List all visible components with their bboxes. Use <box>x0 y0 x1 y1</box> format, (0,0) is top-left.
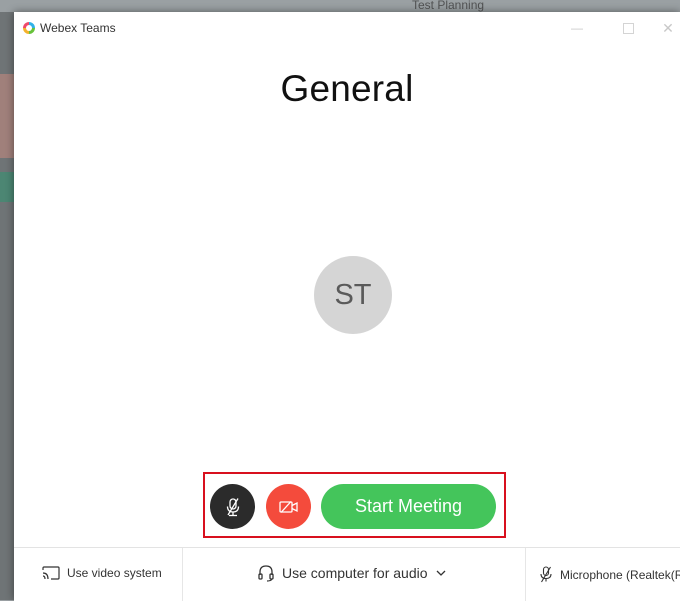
app-title: Webex Teams <box>40 21 116 35</box>
background-color-strip <box>0 74 14 158</box>
cast-icon <box>42 566 60 580</box>
background-window-edge <box>0 12 14 600</box>
mic-muted-icon <box>540 566 552 583</box>
chevron-down-icon <box>436 570 445 576</box>
meeting-window: Webex Teams — ✕ General ST Start Meeting <box>14 12 680 601</box>
mic-muted-icon <box>226 497 239 516</box>
mute-toggle-button[interactable] <box>210 484 255 529</box>
camera-off-icon <box>278 500 298 513</box>
microphone-label: Microphone (Realtek(R)... <box>560 567 680 582</box>
webex-logo-icon <box>23 22 35 34</box>
use-video-system-label: Use video system <box>67 566 162 580</box>
footer-divider <box>525 548 526 601</box>
start-meeting-button[interactable]: Start Meeting <box>321 484 496 529</box>
title-bar[interactable]: Webex Teams — ✕ <box>14 12 680 44</box>
microphone-selector[interactable]: Microphone (Realtek(R)... <box>539 566 680 583</box>
space-title: General <box>280 68 414 109</box>
maximize-button[interactable] <box>618 18 638 38</box>
background-color-strip <box>0 172 14 202</box>
audio-option-dropdown[interactable]: Use computer for audio <box>257 564 453 582</box>
use-video-system-button[interactable]: Use video system <box>42 566 162 580</box>
maximize-icon <box>622 23 634 34</box>
avatar: ST <box>314 256 392 334</box>
video-toggle-button[interactable] <box>266 484 311 529</box>
background-window-title: Test Planning <box>412 0 485 12</box>
footer-divider <box>182 548 183 601</box>
headset-icon <box>258 565 274 582</box>
footer-bar: Use video system Use computer for audio … <box>14 547 680 601</box>
audio-option-label: Use computer for audio <box>282 565 428 581</box>
minimize-button[interactable]: — <box>567 18 587 38</box>
close-button[interactable]: ✕ <box>658 18 678 38</box>
